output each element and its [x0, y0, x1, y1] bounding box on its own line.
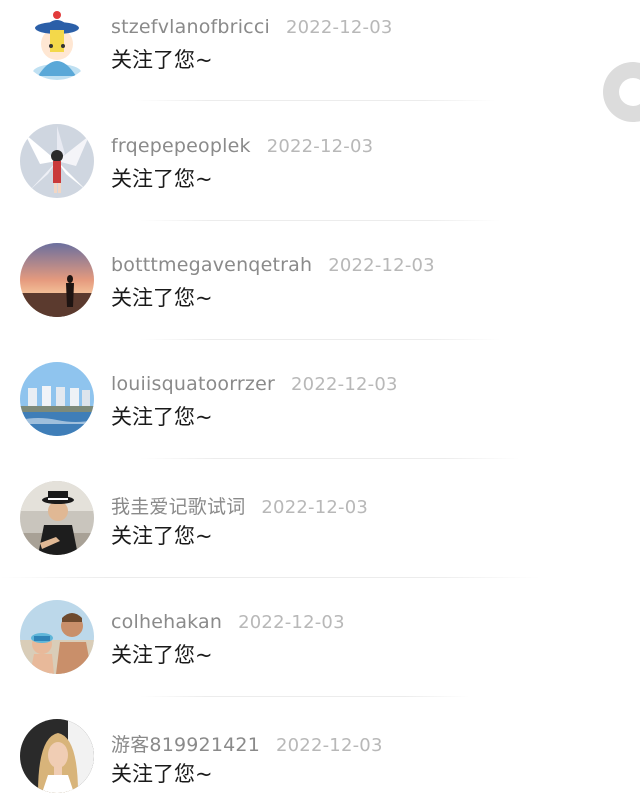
avatar[interactable]	[20, 6, 94, 80]
username[interactable]: botttmegavenqetrah 2022-12-03	[111, 254, 435, 276]
username-text[interactable]: louiisquatoorrzer	[111, 373, 275, 395]
list-item[interactable]: botttmegavenqetrah 2022-12-03 关注了您~	[0, 238, 640, 357]
timestamp: 2022-12-03	[291, 374, 398, 395]
row-divider	[0, 577, 540, 578]
timestamp: 2022-12-03	[261, 497, 369, 518]
list-item[interactable]: colhehakan 2022-12-03 关注了您~	[0, 595, 640, 714]
notification-message: 关注了您~	[111, 405, 213, 429]
notification-message: 关注了您~	[111, 48, 213, 72]
username-text[interactable]: stzefvlanofbricci	[111, 16, 270, 38]
man-in-hat-avatar	[20, 481, 94, 555]
username[interactable]: stzefvlanofbricci 2022-12-03	[111, 16, 393, 38]
timestamp: 2022-12-03	[276, 735, 383, 756]
follow-notification-list: stzefvlanofbricci 2022-12-03 关注了您~ frqepe…	[0, 0, 640, 801]
notification-message: 关注了您~	[111, 167, 213, 191]
username-text[interactable]: colhehakan	[111, 611, 222, 633]
father-and-child-beach-avatar	[20, 600, 94, 674]
username[interactable]: louiisquatoorrzer 2022-12-03	[111, 373, 398, 395]
avatar[interactable]	[20, 481, 94, 555]
seaside-towers-avatar	[20, 362, 94, 436]
avatar[interactable]	[20, 362, 94, 436]
timestamp: 2022-12-03	[328, 255, 435, 276]
avatar[interactable]	[20, 243, 94, 317]
row-divider	[140, 220, 500, 221]
avatar[interactable]	[20, 719, 94, 793]
anime-fox-girl-avatar	[20, 124, 94, 198]
row-divider	[135, 100, 495, 101]
username[interactable]: frqepepeoplek 2022-12-03	[111, 135, 373, 157]
list-item[interactable]: stzefvlanofbricci 2022-12-03 关注了您~	[0, 0, 640, 119]
username[interactable]: 游客819921421 2022-12-03	[111, 730, 383, 757]
notification-message: 关注了您~	[111, 643, 213, 667]
username-text[interactable]: 我圭爱记歌试词	[111, 496, 245, 518]
username[interactable]: colhehakan 2022-12-03	[111, 611, 345, 633]
username-text[interactable]: 游客819921421	[111, 734, 260, 756]
row-divider	[140, 696, 470, 697]
avatar[interactable]	[20, 124, 94, 198]
username[interactable]: 我圭爱记歌试词 2022-12-03	[111, 492, 368, 519]
list-item[interactable]: frqepepeoplek 2022-12-03 关注了您~	[0, 119, 640, 238]
username-text[interactable]: botttmegavenqetrah	[111, 254, 312, 276]
list-item[interactable]: 我圭爱记歌试词 2022-12-03 关注了您~	[0, 476, 640, 595]
notification-message: 关注了您~	[111, 524, 213, 548]
notification-message: 关注了您~	[111, 762, 213, 786]
list-item[interactable]: 游客819921421 2022-12-03 关注了您~	[0, 714, 640, 801]
username-text[interactable]: frqepepeoplek	[111, 135, 251, 157]
list-item[interactable]: louiisquatoorrzer 2022-12-03 关注了您~	[0, 357, 640, 476]
sunset-silhouette-avatar	[20, 243, 94, 317]
row-divider	[140, 458, 520, 459]
timestamp: 2022-12-03	[266, 136, 374, 157]
notification-message: 关注了您~	[111, 286, 213, 310]
timestamp: 2022-12-03	[238, 612, 345, 633]
blonde-woman-avatar	[20, 719, 94, 793]
avatar[interactable]	[20, 600, 94, 674]
timestamp: 2022-12-03	[285, 17, 393, 38]
qing-official-cartoon-avatar	[20, 6, 94, 80]
row-divider	[140, 339, 500, 340]
